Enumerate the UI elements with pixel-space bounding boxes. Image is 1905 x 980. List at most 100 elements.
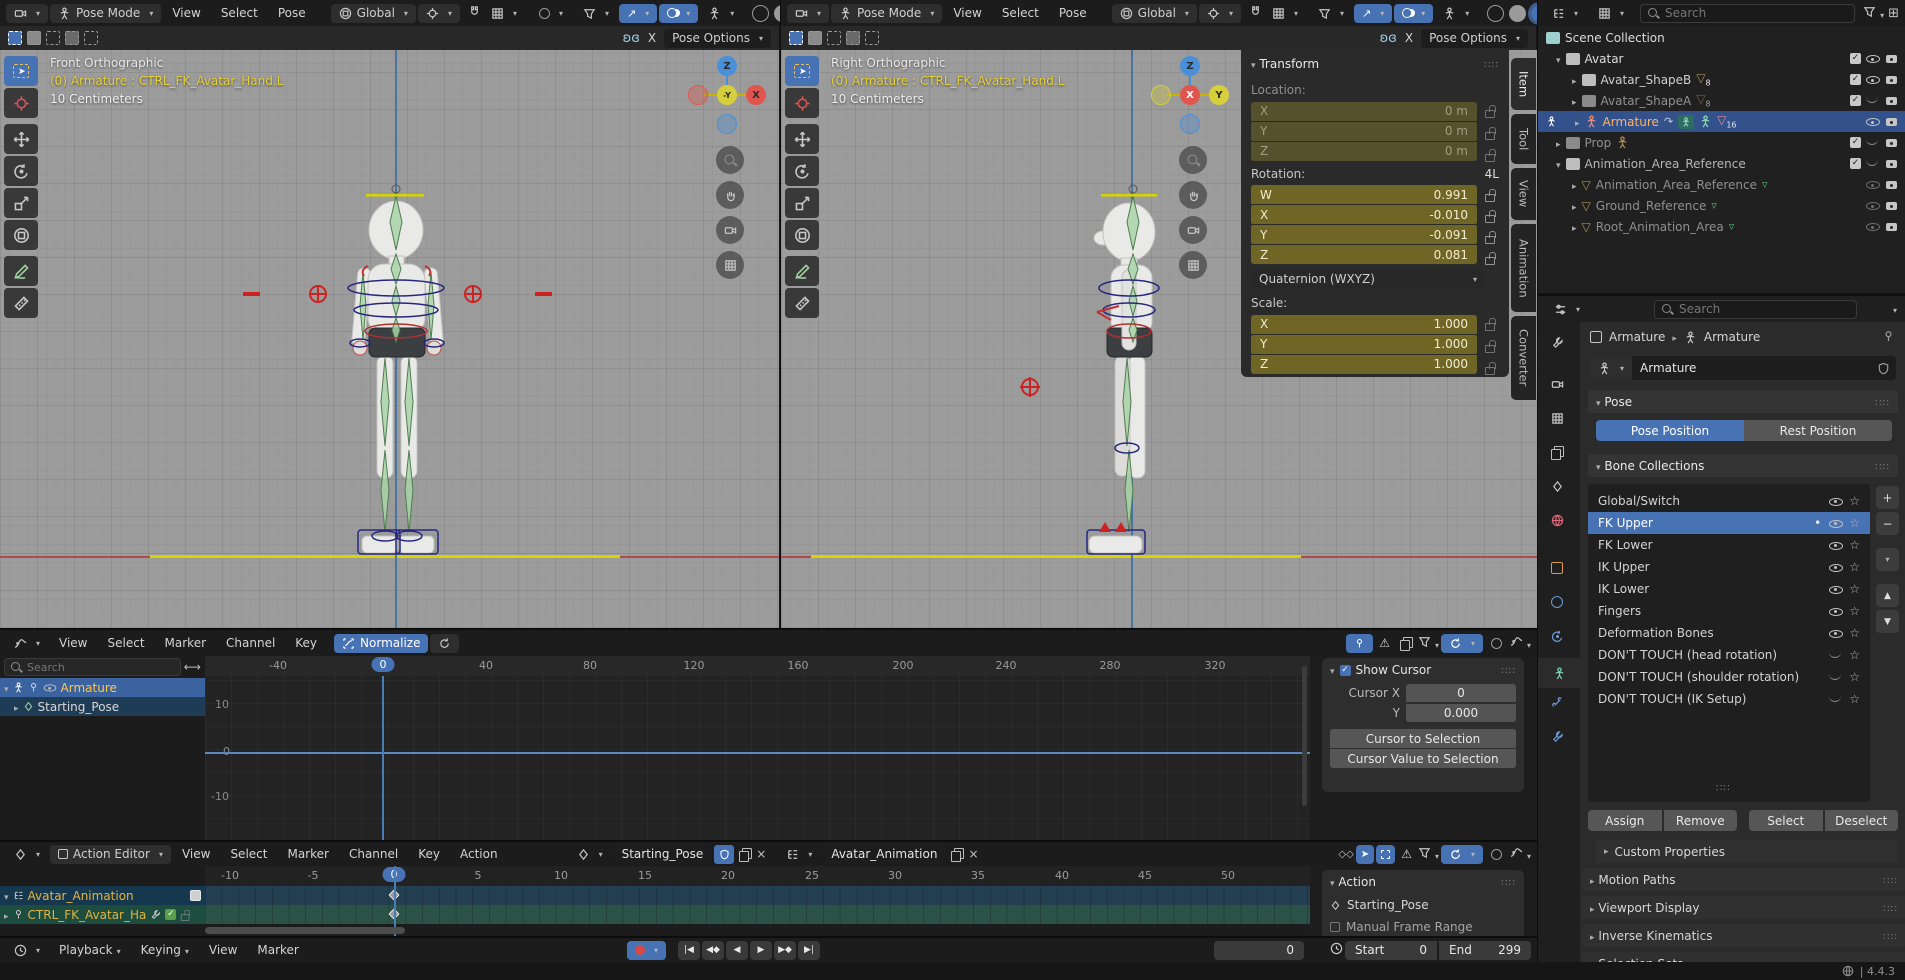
- tool-measure[interactable]: [4, 288, 38, 318]
- menu-marker[interactable]: Marker: [156, 636, 215, 650]
- tab-render-icon[interactable]: [1551, 378, 1564, 394]
- menu-view[interactable]: View: [200, 943, 246, 957]
- rotation-x-field[interactable]: X-0.010: [1251, 205, 1477, 224]
- editor-type-button[interactable]: [6, 4, 48, 23]
- tool-annotate[interactable]: [4, 256, 38, 286]
- pivot-point-select[interactable]: [1199, 4, 1241, 23]
- menu-select[interactable]: Select: [221, 847, 276, 861]
- gizmo-minus-z-axis[interactable]: [1180, 114, 1200, 134]
- snap-magnet-toggle[interactable]: [1249, 5, 1262, 21]
- selection-sets-panel[interactable]: Selection Sets: [1582, 952, 1905, 962]
- lock-scale-icon[interactable]: [1485, 362, 1496, 374]
- rotation-w-field[interactable]: W0.991: [1251, 185, 1477, 204]
- channel-visibility-icon[interactable]: [43, 682, 56, 694]
- location-z-field[interactable]: Z0 m: [1251, 142, 1477, 161]
- manual-frame-range-label[interactable]: Manual Frame Range: [1346, 920, 1473, 934]
- outliner-filter-icon[interactable]: [1863, 5, 1884, 21]
- menu-marker[interactable]: Marker: [278, 847, 337, 861]
- playback-menu[interactable]: Playback: [50, 943, 130, 957]
- perspective-toggle-button[interactable]: [716, 251, 744, 279]
- viewport-display-panel[interactable]: Viewport Display: [1582, 896, 1905, 919]
- move-down-button[interactable]: ▼: [1876, 610, 1899, 633]
- lock-rotation-icon[interactable]: [1485, 189, 1496, 201]
- xray-toggle[interactable]: [700, 4, 742, 23]
- shading-wireframe-button[interactable]: [1487, 5, 1504, 22]
- camera-view-button[interactable]: [1179, 216, 1207, 244]
- bone-collection-row[interactable]: Global/Switch: [1588, 490, 1870, 512]
- dope-h-scrollbar[interactable]: [205, 927, 405, 934]
- menu-select[interactable]: Select: [993, 6, 1048, 20]
- gizmo-y-axis[interactable]: -Y: [717, 85, 737, 105]
- edit-cursor-toggle[interactable]: ➤: [1356, 845, 1374, 864]
- transform-orientation-select[interactable]: Global: [1112, 4, 1197, 23]
- hide-viewport-icon[interactable]: [1866, 178, 1880, 191]
- assign-button[interactable]: Assign: [1588, 810, 1662, 831]
- tab-physics-icon[interactable]: [1551, 596, 1563, 608]
- gizmo-x-axis[interactable]: X: [1180, 85, 1200, 105]
- visibility-eye-icon[interactable]: [1829, 605, 1843, 618]
- visibility-eye-icon[interactable]: [1829, 583, 1843, 596]
- copy-track-icon[interactable]: [951, 848, 963, 860]
- hidden-viewport-icon[interactable]: [1866, 94, 1880, 107]
- mode-select[interactable]: Pose Mode: [50, 4, 161, 23]
- new-collection-icon[interactable]: ⊞: [1888, 6, 1899, 21]
- pin-icon[interactable]: [1882, 330, 1895, 346]
- pose-options-dropdown[interactable]: Pose Options: [1421, 29, 1528, 48]
- solo-track-icon[interactable]: [190, 890, 201, 901]
- tool-transform[interactable]: [785, 220, 819, 250]
- tab-armature-data-icon[interactable]: [1538, 658, 1580, 688]
- rotation-y-field[interactable]: Y-0.091: [1251, 225, 1477, 244]
- lock-location-icon[interactable]: [1485, 149, 1496, 161]
- transform-orientation-select[interactable]: Global: [331, 4, 416, 23]
- custom-properties-panel[interactable]: Custom Properties: [1596, 840, 1898, 863]
- tab-item[interactable]: Item: [1511, 58, 1536, 110]
- breadcrumb-object[interactable]: Armature: [1609, 330, 1665, 344]
- current-frame-field[interactable]: 0: [1214, 941, 1304, 960]
- location-x-field[interactable]: X0 m: [1251, 102, 1477, 121]
- add-collection-button[interactable]: +: [1876, 486, 1899, 509]
- cursor-x-field[interactable]: 0: [1406, 684, 1516, 702]
- rotation-lock-indicator[interactable]: 4L: [1485, 167, 1499, 181]
- normalize-auto-button[interactable]: [430, 634, 459, 653]
- properties-options-dropdown[interactable]: [1893, 302, 1897, 316]
- tab-tool[interactable]: Tool: [1511, 114, 1536, 164]
- gizmo-minus-z-axis[interactable]: [717, 114, 737, 134]
- lock-rotation-icon[interactable]: [1485, 210, 1496, 222]
- outliner-row-animation-area-reference[interactable]: ▽ Animation_Area_Reference ▿: [1538, 174, 1905, 195]
- fake-user-toggle[interactable]: [714, 845, 734, 864]
- bone-collection-row[interactable]: IK Lower: [1588, 578, 1870, 600]
- graph-scrollbar[interactable]: [1302, 666, 1307, 806]
- show-cursor-checkbox[interactable]: [1340, 665, 1351, 676]
- scale-z-field[interactable]: Z1.000: [1251, 355, 1477, 374]
- selectability-checkbox[interactable]: [1850, 95, 1861, 106]
- gizmo-minus-x-axis[interactable]: [688, 85, 708, 105]
- cursor-to-selection-button[interactable]: Cursor to Selection: [1330, 729, 1516, 748]
- tab-bone-icon[interactable]: [1551, 696, 1564, 712]
- bone-collection-row[interactable]: DON'T TOUCH (IK Setup): [1588, 688, 1870, 710]
- modifier-wrench-icon[interactable]: [150, 909, 161, 920]
- bone-collection-row[interactable]: Deformation Bones: [1588, 622, 1870, 644]
- outliner-row-armature[interactable]: Armature ↷ ▽16: [1538, 111, 1905, 132]
- graph-channel-starting-pose[interactable]: Starting_Pose: [0, 697, 205, 716]
- menu-select[interactable]: Select: [212, 6, 267, 20]
- action-panel-header[interactable]: Action: [1330, 875, 1376, 889]
- playhead-sync-icon[interactable]: [1346, 634, 1373, 653]
- hidden-viewport-icon[interactable]: [1866, 157, 1880, 170]
- solo-star-icon[interactable]: [1849, 692, 1860, 706]
- tool-select-box[interactable]: ➤: [4, 56, 38, 86]
- disable-render-icon[interactable]: [1885, 199, 1899, 212]
- cursor-value-to-selection-button[interactable]: Cursor Value to Selection: [1330, 749, 1516, 768]
- overlays-toggle[interactable]: [1394, 4, 1433, 23]
- select-button[interactable]: Select: [1749, 810, 1823, 831]
- next-keyframe-button[interactable]: ▶◆: [774, 941, 796, 960]
- visibility-eye-icon[interactable]: [1829, 517, 1843, 530]
- lock-location-icon[interactable]: [1485, 105, 1496, 117]
- tab-converter[interactable]: Converter: [1511, 316, 1536, 400]
- transform-panel-header[interactable]: Transform: [1251, 57, 1319, 71]
- dope-channel-avatar-animation[interactable]: Avatar_Animation: [0, 886, 205, 905]
- menu-key[interactable]: Key: [409, 847, 449, 861]
- play-reverse-button[interactable]: ◀: [726, 941, 748, 960]
- tool-scale[interactable]: [785, 188, 819, 218]
- viewport-right-canvas[interactable]: Right Orthographic (0) Armature : CTRL_F…: [781, 50, 1537, 628]
- menu-action[interactable]: Action: [451, 847, 507, 861]
